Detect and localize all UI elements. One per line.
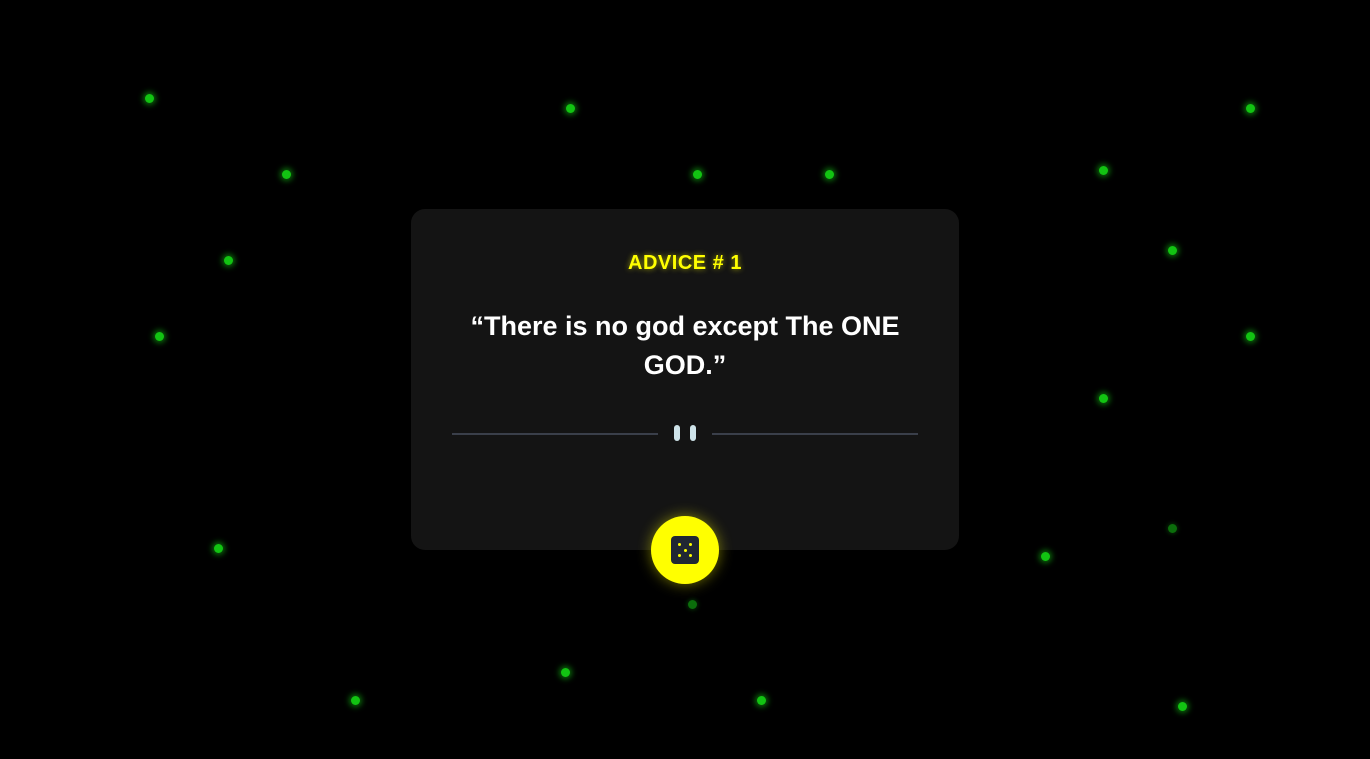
particle [281, 169, 291, 179]
particle [1040, 551, 1050, 561]
advice-id-label: ADVICE # 1 [628, 252, 742, 274]
particle [1177, 701, 1187, 711]
particle [1098, 393, 1108, 403]
background-stage: ADVICE # 1 “There is no god except The O… [0, 0, 1370, 759]
particle [1167, 245, 1177, 255]
new-advice-button[interactable] [651, 516, 719, 584]
advice-quote: “There is no god except The ONE GOD.” [470, 311, 900, 380]
particle [692, 169, 702, 179]
particle [1245, 103, 1255, 113]
particle [213, 543, 223, 553]
particle [756, 695, 766, 705]
advice-card: ADVICE # 1 “There is no god except The O… [411, 209, 959, 550]
divider-line-right [712, 433, 918, 435]
particle [350, 695, 360, 705]
particle [223, 255, 233, 265]
divider-line-left [452, 433, 658, 435]
pattern-divider [452, 423, 918, 443]
dice-icon [671, 536, 699, 564]
pause-icon [674, 425, 696, 441]
particle [144, 93, 154, 103]
particle [1167, 523, 1177, 533]
particle [154, 331, 164, 341]
particle [1245, 331, 1255, 341]
particle [1098, 165, 1108, 175]
particle [565, 103, 575, 113]
particle [560, 667, 570, 677]
particle [687, 599, 697, 609]
particle [824, 169, 834, 179]
